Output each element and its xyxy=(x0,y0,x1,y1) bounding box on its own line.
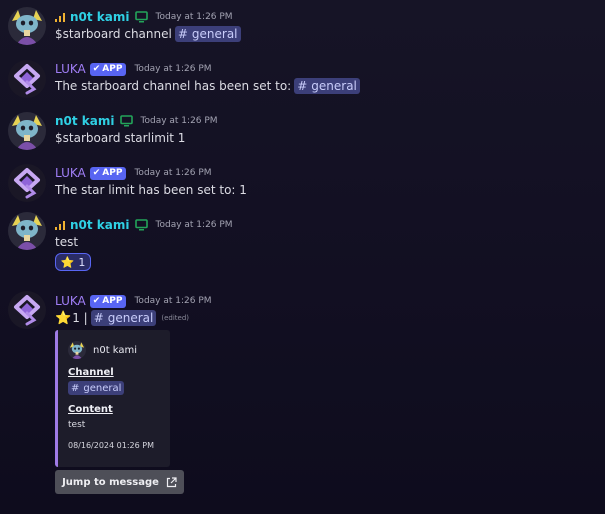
timestamp: Today at 1:26 PM xyxy=(155,12,233,22)
hash-icon: # xyxy=(93,311,104,325)
message-text: $starboard channel xyxy=(55,27,172,41)
reaction-count: 1 xyxy=(78,255,86,269)
embed-field-channel-name: Channel xyxy=(68,367,114,378)
external-link-icon xyxy=(166,476,177,487)
channel-mention-label: general xyxy=(311,79,357,93)
desktop-icon xyxy=(135,219,148,231)
bot-avatar[interactable] xyxy=(8,291,46,329)
star-count: 1 | xyxy=(72,311,88,325)
signal-bars-icon xyxy=(55,221,65,230)
embed-author-name: n0t kami xyxy=(93,344,138,356)
signal-bars-icon xyxy=(55,13,65,22)
bot-avatar[interactable] xyxy=(8,60,46,98)
star-emoji-icon: ⭐ xyxy=(55,310,72,326)
embed-field-content-value: test xyxy=(68,420,86,430)
jump-to-message-button[interactable]: Jump to message xyxy=(55,470,184,494)
app-badge-label: APP xyxy=(102,168,123,178)
channel-mention-label: general xyxy=(107,311,154,325)
timestamp: Today at 1:26 PM xyxy=(134,296,212,306)
hash-icon: # xyxy=(297,79,308,93)
channel-mention[interactable]: # general xyxy=(174,26,241,42)
hash-icon: # xyxy=(71,382,80,394)
app-badge: ✔ APP xyxy=(89,294,127,308)
jump-button-label: Jump to message xyxy=(62,476,159,488)
star-emoji-icon: ⭐ xyxy=(60,255,75,269)
verified-check-icon: ✔ xyxy=(92,168,101,178)
embed-field-content-name: Content xyxy=(68,404,113,415)
desktop-icon xyxy=(120,115,133,127)
app-badge-label: APP xyxy=(102,296,123,306)
embed-field-channel-value: # general xyxy=(68,381,125,395)
channel-mention[interactable]: # general xyxy=(294,78,360,94)
author-name[interactable]: LUKA xyxy=(55,62,86,76)
author-name[interactable]: LUKA xyxy=(55,166,86,180)
bot-avatar[interactable] xyxy=(8,164,46,202)
channel-mention[interactable]: # general xyxy=(90,310,157,326)
message-text: test xyxy=(55,235,79,249)
app-badge-label: APP xyxy=(102,64,123,74)
timestamp: Today at 1:26 PM xyxy=(134,64,212,74)
verified-check-icon: ✔ xyxy=(92,64,101,74)
verified-check-icon: ✔ xyxy=(92,296,101,306)
desktop-icon xyxy=(135,11,148,23)
message-text: The star limit has been set to: 1 xyxy=(55,183,247,197)
app-badge: ✔ APP xyxy=(89,166,127,180)
embed-author-avatar xyxy=(68,341,86,359)
channel-mention-label: general xyxy=(191,27,238,41)
embed-footer-timestamp: 08/16/2024 01:26 PM xyxy=(68,441,154,450)
timestamp: Today at 1:26 PM xyxy=(155,220,233,230)
edited-label: (edited) xyxy=(161,314,190,322)
star-reaction[interactable]: ⭐ 1 xyxy=(55,253,91,271)
user-avatar[interactable] xyxy=(8,7,46,45)
author-name[interactable]: n0t kami xyxy=(70,218,130,232)
author-name[interactable]: n0t kami xyxy=(55,114,115,128)
channel-mention-label: general xyxy=(83,382,122,394)
author-name[interactable]: LUKA xyxy=(55,294,86,308)
author-name[interactable]: n0t kami xyxy=(70,10,130,24)
timestamp: Today at 1:26 PM xyxy=(140,116,218,126)
timestamp: Today at 1:26 PM xyxy=(134,168,212,178)
message-text: $starboard starlimit 1 xyxy=(55,131,186,145)
hash-icon: # xyxy=(177,27,188,41)
app-badge: ✔ APP xyxy=(89,62,127,76)
user-avatar[interactable] xyxy=(8,112,46,150)
channel-mention[interactable]: # general xyxy=(68,381,125,395)
embed-author: n0t kami xyxy=(68,341,137,359)
starboard-embed: n0t kami Channel # general Content test … xyxy=(55,330,170,467)
message-text: The starboard channel has been set to: xyxy=(55,79,292,93)
user-avatar[interactable] xyxy=(8,212,46,250)
